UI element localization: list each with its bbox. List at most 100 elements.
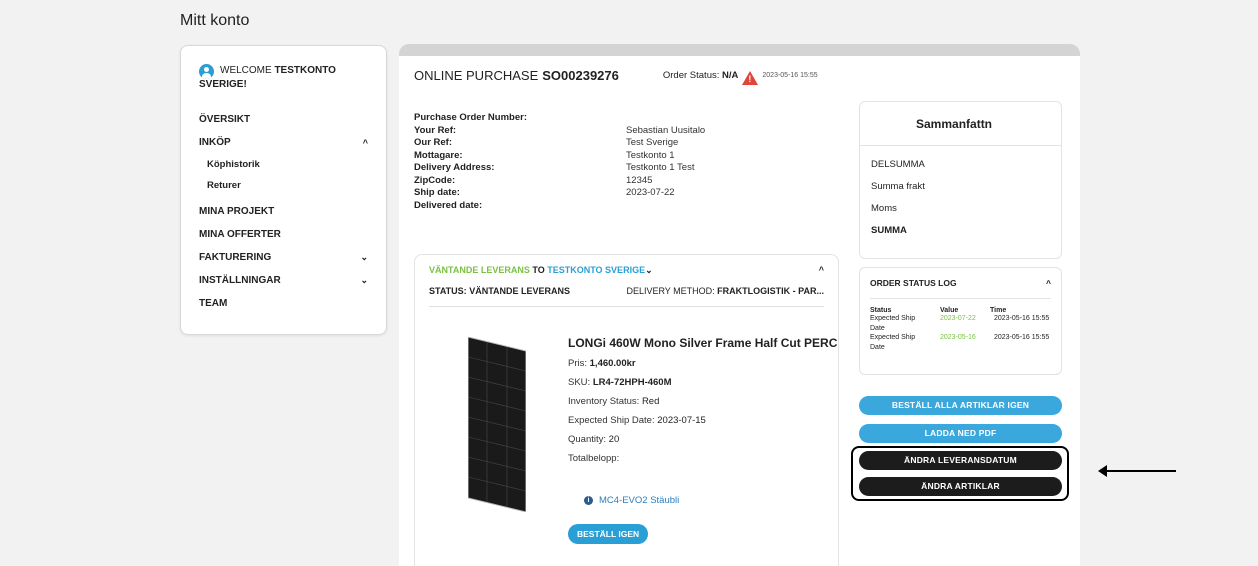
order-status: Order Status: N/A <box>663 70 739 81</box>
detail-value: Sebastian Uusitalo <box>626 124 706 136</box>
sidebar-item-kophistorik[interactable]: Köphistorik <box>199 154 368 175</box>
sidebar-item-installningar[interactable]: INSTÄLLNINGAR ⌄ <box>199 269 368 292</box>
detail-value: 12345 <box>626 174 653 186</box>
log-status: Expected Ship Date <box>870 334 916 351</box>
sidebar-item-label: INKÖP <box>199 137 231 148</box>
sidebar-item-mina-offerter[interactable]: MINA OFFERTER <box>199 223 368 246</box>
sidebar-item-label: INSTÄLLNINGAR <box>199 275 281 286</box>
order-details: Purchase Order Number: Your Ref: Sebastia… <box>414 112 834 212</box>
delivery-header[interactable]: VÄNTANDE LEVERANS TO TESTKONTO SVERIGE⌄ … <box>429 265 824 276</box>
delivery-status-word: VÄNTANDE LEVERANS <box>429 265 530 275</box>
summary-tax: Moms <box>871 203 897 214</box>
detail-value: 2023-07-22 <box>626 187 675 198</box>
table-row: Expected Ship Date 2023-05-16 2023-05-16… <box>870 333 1051 352</box>
collapse-icon[interactable]: ^ <box>819 265 824 276</box>
warning-icon: ! <box>742 70 759 85</box>
sidebar-item-mina-projekt[interactable]: MINA PROJEKT <box>199 200 368 223</box>
welcome-name: TESTKONTO <box>274 65 336 76</box>
sidebar-item-returer[interactable]: Returer <box>199 175 368 196</box>
status-log-header[interactable]: ORDER STATUS LOG ^ <box>870 278 1051 299</box>
log-value: 2023-05-16 <box>940 334 976 341</box>
order-status-log: ORDER STATUS LOG ^ Status Value Time Exp… <box>859 267 1062 375</box>
sidebar-nav: ÖVERSIKT INKÖP ^ Köphistorik Returer MINA… <box>199 108 368 315</box>
order-status-value: N/A <box>722 70 739 81</box>
inventory-label: Inventory Status: <box>568 396 640 407</box>
chevron-up-icon[interactable]: ^ <box>363 138 368 148</box>
sidebar-item-inkop[interactable]: INKÖP ^ <box>199 131 368 154</box>
detail-row: Our Ref: Test Sverige <box>414 137 834 150</box>
annotation-highlight-box <box>851 446 1069 501</box>
info-icon: i <box>584 496 593 505</box>
log-time: 2023-05-16 15:55 <box>994 334 1050 341</box>
sidebar-item-label: MINA OFFERTER <box>199 229 281 240</box>
delivery-method-label: DELIVERY METHOD: <box>626 286 715 296</box>
delivery-status-label: STATUS: <box>429 286 467 296</box>
accessory-label: MC4-EVO2 Stäubli <box>599 495 680 506</box>
page-title: Mitt konto <box>180 12 250 29</box>
panel-top-bar <box>399 44 1080 56</box>
detail-row: ZipCode: 12345 <box>414 175 834 188</box>
delivery-to: TO <box>532 265 545 275</box>
detail-key: Ship date: <box>414 187 460 198</box>
sidebar-item-label: TEAM <box>199 298 228 309</box>
sidebar-item-label: Köphistorik <box>207 159 260 170</box>
summary-subtotal: DELSUMMA <box>871 159 925 170</box>
order-header: ONLINE PURCHASE SO00239276 Order Status:… <box>414 68 818 85</box>
product-ship-date: Expected Ship Date: 2023-07-15 <box>568 415 848 426</box>
detail-key: ZipCode: <box>414 174 456 186</box>
qty-label: Quantity: <box>568 434 607 445</box>
detail-row: Mottagare: Testkonto 1 <box>414 150 834 163</box>
qty-value: 20 <box>608 434 620 445</box>
welcome-name-line2: SVERIGE! <box>199 79 247 90</box>
reorder-all-button[interactable]: BESTÄLL ALLA ARTIKLAR IGEN <box>859 396 1062 415</box>
detail-key: Mottagare: <box>414 149 463 161</box>
detail-key: Our Ref: <box>414 137 452 148</box>
chevron-down-icon[interactable]: ⌄ <box>645 265 653 275</box>
total-label: Totalbelopp: <box>568 453 620 464</box>
column-header: Value <box>940 307 959 314</box>
delivery-status-value: VÄNTANDE LEVERANS <box>469 286 571 296</box>
accessory-link[interactable]: i MC4-EVO2 Stäubli <box>584 495 679 506</box>
account-sidebar: WELCOME TESTKONTO SVERIGE! ÖVERSIKT INKÖ… <box>180 45 387 335</box>
order-detail-panel: ONLINE PURCHASE SO00239276 Order Status:… <box>399 44 1080 566</box>
price-value: 1,460.00kr <box>589 358 636 369</box>
delivery-recipient[interactable]: TESTKONTO SVERIGE <box>547 265 645 275</box>
welcome-message: WELCOME TESTKONTO <box>199 64 368 79</box>
column-header: Status <box>870 307 892 314</box>
inventory-value: Red <box>641 396 660 407</box>
sku-value: LR4-72HPH-460M <box>592 377 672 388</box>
log-time: 2023-05-16 15:55 <box>994 315 1050 322</box>
chevron-down-icon[interactable]: ⌄ <box>360 275 368 286</box>
order-status-label: Order Status: <box>662 70 720 81</box>
log-status: Expected Ship Date <box>870 315 916 332</box>
summary-total: SUMMA <box>871 225 907 236</box>
product-info: LONGi 460W Mono Silver Frame Half Cut PE… <box>568 334 848 464</box>
ship-label: Expected Ship Date: <box>568 415 655 426</box>
product-total: Totalbelopp: <box>568 453 848 464</box>
welcome-prefix: WELCOME <box>220 65 272 76</box>
detail-value: Test Sverige <box>626 137 679 148</box>
delivery-meta: STATUS: VÄNTANDE LEVERANS DELIVERY METHO… <box>429 286 824 307</box>
sidebar-item-label: ÖVERSIKT <box>199 114 251 125</box>
detail-value: Testkonto 1 <box>626 149 675 161</box>
sidebar-item-oversikt[interactable]: ÖVERSIKT <box>199 108 368 131</box>
sidebar-item-fakturering[interactable]: FAKTURERING ⌄ <box>199 246 368 269</box>
sidebar-item-team[interactable]: TEAM <box>199 292 368 315</box>
detail-key: Delivered date: <box>414 199 483 211</box>
product-title[interactable]: LONGi 460W Mono Silver Frame Half Cut PE… <box>568 336 848 350</box>
detail-row: Delivery Address: Testkonto 1 Test <box>414 162 834 175</box>
download-pdf-button[interactable]: LADDA NED PDF <box>859 424 1062 443</box>
order-type-label: ONLINE PURCHASE <box>414 68 539 83</box>
product-quantity: Quantity: 20 <box>568 434 848 445</box>
reorder-button[interactable]: BESTÄLL IGEN <box>568 524 649 544</box>
product-inventory: Inventory Status: Red <box>568 396 848 407</box>
order-number: SO00239276 <box>542 68 619 83</box>
sidebar-item-label: Returer <box>207 180 241 191</box>
chevron-up-icon[interactable]: ^ <box>1046 278 1051 288</box>
detail-key: Your Ref: <box>414 124 457 136</box>
status-log-table: Status Value Time Expected Ship Date 202… <box>870 307 1051 352</box>
detail-row: Ship date: 2023-07-22 <box>414 187 834 200</box>
sidebar-item-label: FAKTURERING <box>199 252 272 263</box>
chevron-down-icon[interactable]: ⌄ <box>360 252 368 263</box>
log-value: 2023-07-22 <box>940 315 976 322</box>
